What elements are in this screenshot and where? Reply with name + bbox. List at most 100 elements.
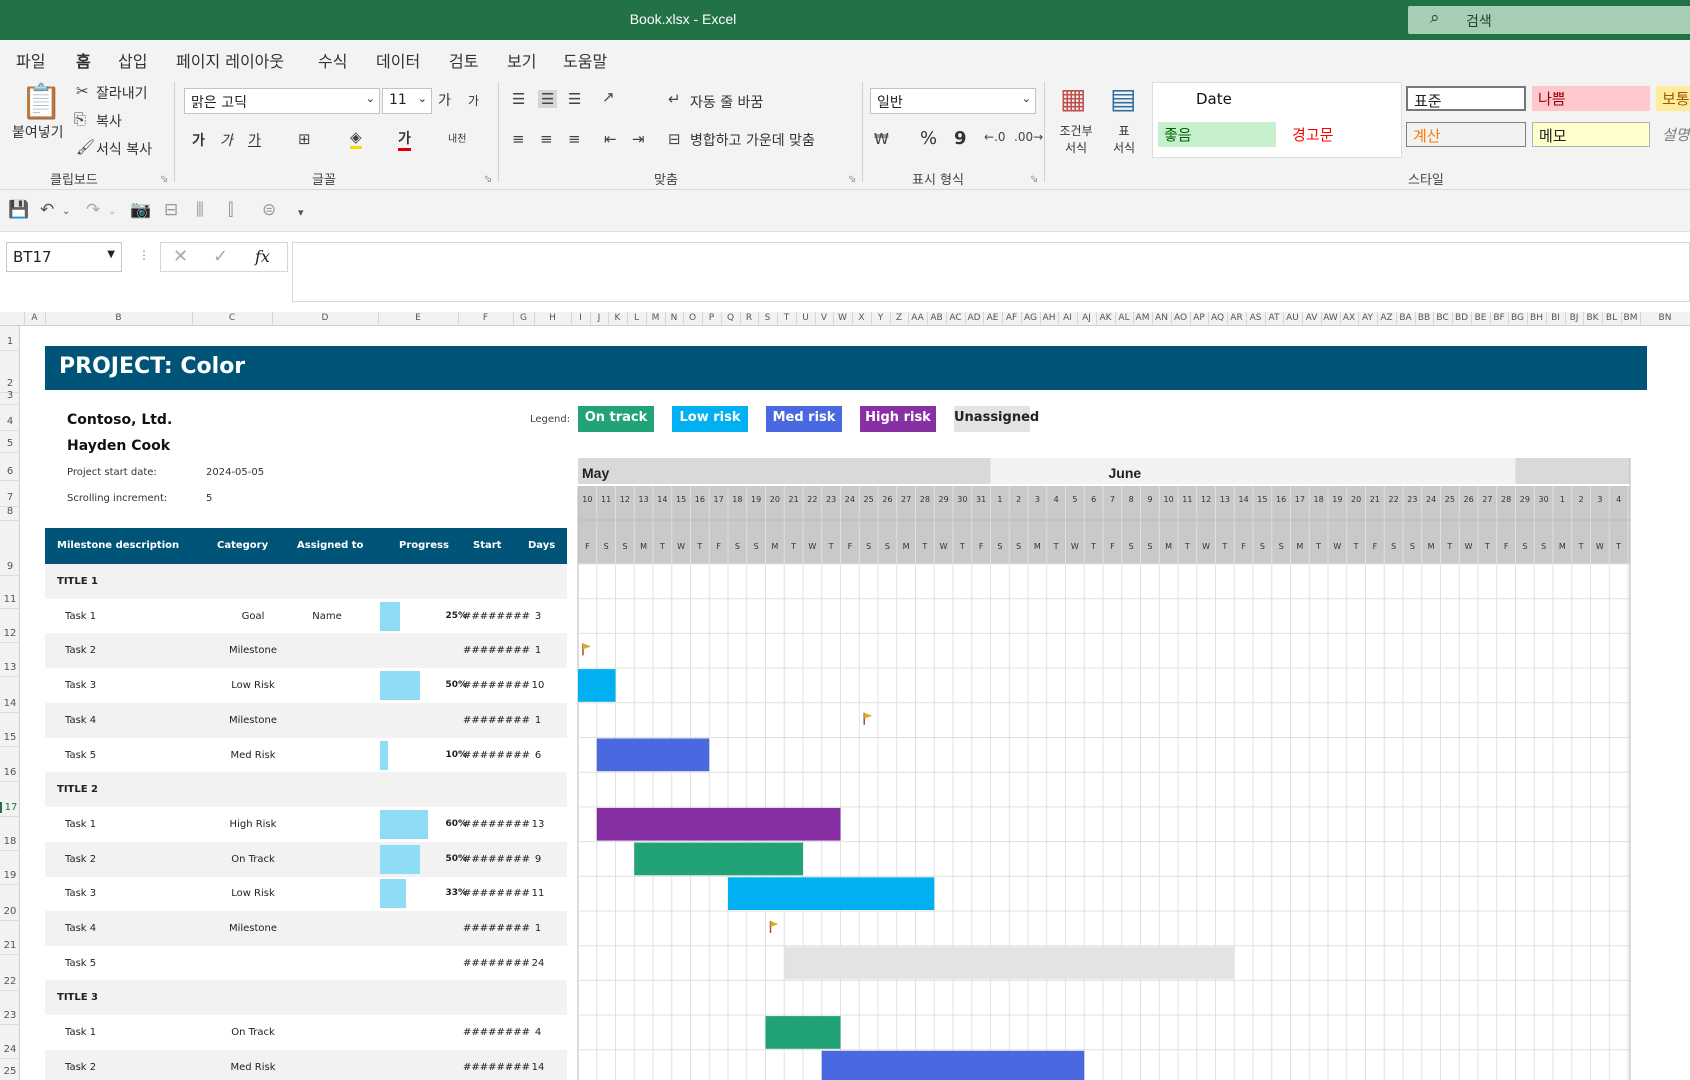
legend-label[interactable]: Legend: — [530, 414, 570, 425]
weekday-label[interactable]: T — [959, 542, 965, 551]
section-title[interactable]: TITLE 1 — [57, 576, 98, 587]
task-start[interactable]: ######## — [463, 888, 530, 899]
task-description[interactable]: Task 2 — [65, 854, 96, 865]
weekday-label[interactable]: S — [1147, 542, 1152, 551]
task-description[interactable]: Task 2 — [65, 1062, 96, 1073]
task-start[interactable]: ######## — [463, 1027, 530, 1038]
task-days[interactable]: 6 — [523, 750, 553, 761]
task-category[interactable]: Milestone — [223, 715, 283, 726]
day-number-label[interactable]: 19 — [751, 495, 761, 504]
project-title[interactable]: PROJECT: Color — [45, 346, 1647, 390]
day-number-label[interactable]: 4 — [1616, 495, 1621, 504]
header-assigned[interactable]: Assigned to — [297, 540, 363, 551]
weekday-label[interactable]: T — [828, 542, 834, 551]
day-number-label[interactable]: 24 — [845, 495, 855, 504]
task-assigned[interactable]: Name — [297, 611, 357, 622]
task-days[interactable]: 1 — [523, 715, 553, 726]
legend-low-risk[interactable]: Low risk — [672, 406, 748, 432]
weekday-label[interactable]: W — [1465, 542, 1473, 551]
weekday-label[interactable]: F — [979, 542, 984, 551]
start-date-label[interactable]: Project start date: — [67, 467, 157, 478]
weekday-label[interactable]: T — [1446, 542, 1452, 551]
weekday-label[interactable]: W — [940, 542, 948, 551]
task-days[interactable]: 1 — [523, 645, 553, 656]
scroll-increment-value[interactable]: 5 — [206, 493, 212, 504]
day-number-label[interactable]: 21 — [1370, 495, 1380, 504]
task-description[interactable]: Task 1 — [65, 1027, 96, 1038]
task-progress[interactable]: 50% — [407, 854, 467, 864]
weekday-label[interactable]: S — [1129, 542, 1134, 551]
day-number-label[interactable]: 4 — [1054, 495, 1059, 504]
weekday-label[interactable]: S — [604, 542, 609, 551]
day-number-label[interactable]: 11 — [1182, 495, 1192, 504]
task-category[interactable]: Med Risk — [223, 1062, 283, 1073]
weekday-label[interactable]: S — [866, 542, 871, 551]
weekday-label[interactable]: T — [921, 542, 927, 551]
milestone-flag-icon[interactable] — [770, 921, 779, 927]
weekday-label[interactable]: T — [1578, 542, 1584, 551]
weekday-label[interactable]: S — [1279, 542, 1284, 551]
task-start[interactable]: ######## — [463, 750, 530, 761]
day-number-label[interactable]: 9 — [1147, 495, 1152, 504]
weekday-label[interactable]: S — [1541, 542, 1546, 551]
day-number-label[interactable]: 22 — [807, 495, 817, 504]
day-number-label[interactable]: 12 — [1201, 495, 1211, 504]
gantt-bar[interactable] — [596, 807, 841, 841]
task-progress[interactable]: 60% — [407, 819, 467, 829]
day-number-label[interactable]: 2 — [1579, 495, 1584, 504]
weekday-label[interactable]: S — [1016, 542, 1021, 551]
task-description[interactable]: Task 5 — [65, 750, 96, 761]
task-days[interactable]: 24 — [523, 958, 553, 969]
task-category[interactable]: On Track — [223, 854, 283, 865]
weekday-label[interactable]: M — [1428, 542, 1435, 551]
day-number-label[interactable]: 15 — [676, 495, 686, 504]
day-number-label[interactable]: 15 — [1257, 495, 1267, 504]
gantt-bar[interactable] — [596, 738, 710, 772]
task-description[interactable]: Task 4 — [65, 923, 96, 934]
weekday-label[interactable]: W — [808, 542, 816, 551]
weekday-label[interactable]: S — [622, 542, 627, 551]
gantt-bar[interactable] — [578, 669, 616, 702]
day-number-label[interactable]: 23 — [826, 495, 836, 504]
task-description[interactable]: Task 3 — [65, 680, 96, 691]
task-days[interactable]: 9 — [523, 854, 553, 865]
day-number-label[interactable]: 26 — [1464, 495, 1474, 504]
weekday-label[interactable]: T — [1484, 542, 1490, 551]
day-number-label[interactable]: 3 — [1597, 495, 1602, 504]
task-progress[interactable]: 10% — [407, 750, 467, 760]
weekday-label[interactable]: S — [1410, 542, 1415, 551]
task-start[interactable]: ######## — [463, 819, 530, 830]
weekday-label[interactable]: S — [1522, 542, 1527, 551]
day-number-label[interactable]: 27 — [901, 495, 911, 504]
legend-unassigned[interactable]: Unassigned — [954, 406, 1039, 432]
header-milestone[interactable]: Milestone description — [57, 540, 179, 551]
weekday-label[interactable]: W — [1333, 542, 1341, 551]
task-category[interactable]: Goal — [223, 611, 283, 622]
task-start[interactable]: ######## — [463, 854, 530, 865]
project-manager[interactable]: Hayden Cook — [67, 438, 170, 454]
legend-on-track[interactable]: On track — [578, 406, 654, 432]
task-description[interactable]: Task 1 — [65, 611, 96, 622]
day-number-label[interactable]: 25 — [864, 495, 874, 504]
legend-med-risk[interactable]: Med risk — [766, 406, 842, 432]
task-start[interactable]: ######## — [463, 1062, 530, 1073]
weekday-label[interactable]: M — [771, 542, 778, 551]
day-number-label[interactable]: 7 — [1110, 495, 1115, 504]
task-category[interactable]: On Track — [223, 1027, 283, 1038]
task-start[interactable]: ######## — [463, 611, 530, 622]
day-number-label[interactable]: 13 — [1220, 495, 1230, 504]
weekday-label[interactable]: F — [1373, 542, 1378, 551]
day-number-label[interactable]: 3 — [1035, 495, 1040, 504]
gantt-bar[interactable] — [728, 877, 935, 910]
day-number-label[interactable]: 29 — [1520, 495, 1530, 504]
day-number-label[interactable]: 10 — [1164, 495, 1174, 504]
weekday-label[interactable]: S — [885, 542, 890, 551]
task-start[interactable]: ######## — [463, 645, 530, 656]
day-number-label[interactable]: 19 — [1332, 495, 1342, 504]
day-number-label[interactable]: 16 — [1276, 495, 1286, 504]
weekday-label[interactable]: T — [1353, 542, 1359, 551]
day-number-label[interactable]: 23 — [1407, 495, 1417, 504]
task-days[interactable]: 4 — [523, 1027, 553, 1038]
start-date-value[interactable]: 2024-05-05 — [206, 467, 264, 478]
weekday-label[interactable]: T — [696, 542, 702, 551]
